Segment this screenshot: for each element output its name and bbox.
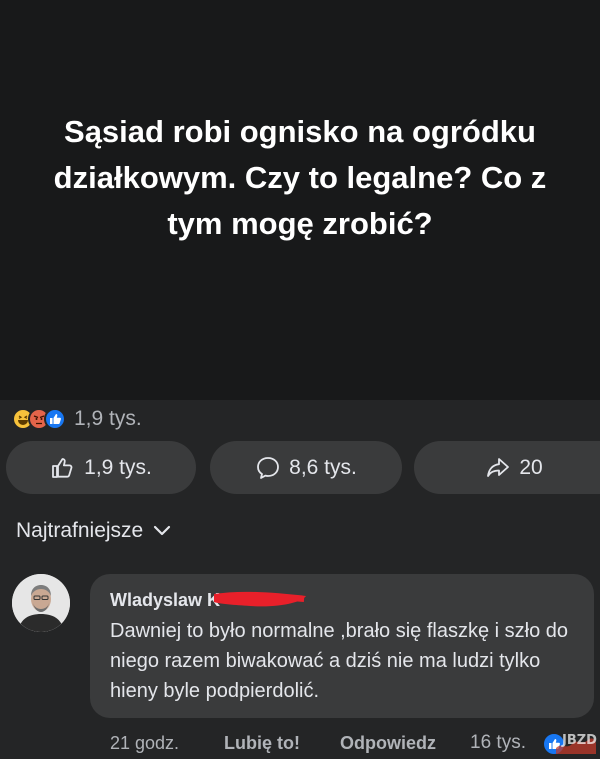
comment-time[interactable]: 21 godz. — [110, 733, 224, 754]
like-button[interactable]: 1,9 tys. — [6, 441, 196, 494]
post-banner: Sąsiad robi ognisko na ogródku działkowy… — [0, 0, 600, 400]
redaction-scribble — [214, 591, 306, 607]
watermark-logo: JBZD — [556, 733, 597, 754]
post-title: Sąsiad robi ognisko na ogródku działkowy… — [53, 114, 547, 241]
comment-bubble-icon — [257, 456, 280, 479]
comment-reply-link[interactable]: Odpowiedz — [340, 733, 470, 754]
reactions-count: 1,9 tys. — [74, 407, 142, 430]
thumbs-up-icon — [52, 457, 73, 478]
comment-button[interactable]: 8,6 tys. — [210, 441, 402, 494]
like-count: 1,9 tys. — [84, 455, 152, 479]
comment-author[interactable]: Wladyslaw K — [110, 590, 220, 611]
comment-reaction-count[interactable]: 16 tys. — [470, 732, 526, 754]
share-button[interactable]: 20 — [414, 441, 600, 494]
comment-bubble[interactable]: Wladyslaw K Dawniej to było normalne ,br… — [90, 574, 594, 718]
reactions-summary[interactable]: 1,9 tys. — [12, 406, 142, 432]
sort-label: Najtrafniejsze — [16, 519, 144, 542]
share-arrow-icon — [487, 457, 510, 477]
like-icon — [44, 408, 66, 430]
comment-count: 8,6 tys. — [289, 455, 357, 479]
comment-sort-dropdown[interactable]: Najtrafniejsze — [16, 516, 171, 546]
chevron-down-icon — [154, 525, 171, 536]
comment-text: Dawniej to było normalne ,brało się flas… — [110, 620, 568, 702]
comment-like-link[interactable]: Lubię to! — [224, 733, 340, 754]
comment-meta: 21 godz. Lubię to! Odpowiedz 16 tys. — [110, 730, 526, 756]
svg-text:JBZD: JBZD — [561, 733, 597, 748]
commenter-avatar[interactable] — [12, 574, 70, 632]
share-count: 20 — [519, 455, 543, 479]
